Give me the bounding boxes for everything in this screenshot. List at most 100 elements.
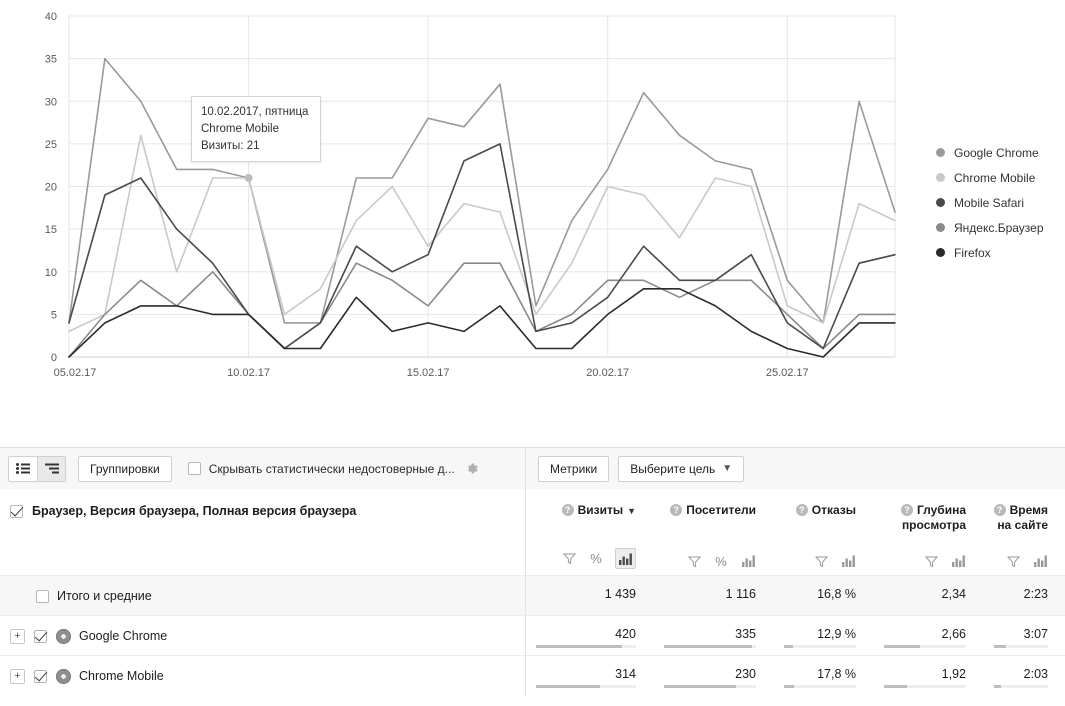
metric-value: 314 (615, 667, 636, 681)
row-metrics-cells: 1 439 1 116 16,8 % 2,34 2:23 (525, 576, 1065, 616)
gear-glyph (467, 463, 478, 474)
report-toolbar: Группировки Скрывать статистически недос… (0, 448, 1065, 489)
svg-text:20: 20 (45, 182, 57, 194)
metric-column-title[interactable]: ? Визиты ▼ (526, 489, 636, 519)
select-goal-dropdown[interactable]: Выберите цель ▼ (618, 455, 745, 482)
table-row[interactable]: + Chrome Mobile 314 230 17,8 % 1,92 2:03 (0, 655, 1065, 696)
metric-column-title[interactable]: ? Отказы (774, 489, 856, 518)
column-chart-icon[interactable] (615, 548, 636, 569)
legend-item-3[interactable]: Mobile Safari (936, 190, 1044, 215)
metric-cell: 17,8 % (774, 656, 856, 696)
chart-panel: 0 5 10 15 20 25 30 35 40 05.02.17 10.02.17 15.02.17… (0, 0, 1065, 430)
gear-icon[interactable] (464, 461, 479, 476)
legend-color-dot (936, 173, 945, 182)
row-checkbox-wrap[interactable] (34, 629, 47, 643)
row-checkbox[interactable] (34, 629, 47, 643)
column-chart-icon[interactable] (840, 553, 856, 569)
select-goal-label: Выберите цель (630, 461, 716, 476)
filter-icon[interactable] (1005, 553, 1021, 569)
svg-text:10.02.17: 10.02.17 (227, 367, 270, 379)
metric-column-title[interactable]: ? Глубина просмотра (874, 489, 966, 533)
list-view-icon[interactable] (9, 456, 37, 481)
view-mode-toggle[interactable] (8, 455, 66, 482)
column-chart-icon[interactable] (1032, 553, 1048, 569)
filter-icon[interactable] (923, 553, 939, 569)
row-checkbox-wrap[interactable] (36, 589, 49, 603)
metric-cell: 3:07 (984, 616, 1048, 656)
legend-item-label: Яндекс.Браузер (954, 220, 1044, 235)
metric-bar-track (664, 645, 756, 648)
svg-text:15: 15 (45, 224, 57, 236)
filter-icon[interactable] (813, 553, 829, 569)
svg-text:05.02.17: 05.02.17 (54, 367, 97, 379)
metric-column-title[interactable]: ? Посетители (654, 489, 756, 518)
metric-value: 1 116 (725, 587, 756, 601)
row-checkbox-wrap[interactable] (34, 669, 47, 683)
row-label: Chrome Mobile (79, 669, 164, 683)
filter-funnel-glyph (562, 553, 576, 565)
bar-chart-glyph (841, 555, 855, 567)
metrics-button[interactable]: Метрики (538, 455, 610, 482)
filter-icon[interactable] (561, 551, 577, 567)
metric-column-title[interactable]: ? Время на сайте (984, 489, 1048, 533)
filter-icon[interactable] (686, 553, 702, 569)
toolbar-right-group: Метрики Выберите цель ▼ (525, 448, 1065, 489)
legend-item-4[interactable]: Яндекс.Браузер (936, 215, 1044, 240)
metric-cell: 12,9 % (774, 616, 856, 656)
metric-bar-fill (536, 685, 600, 688)
metric-cell: 420 (526, 616, 636, 656)
dimension-header-left: Браузер, Версия браузера, Полная версия … (0, 489, 525, 533)
legend-item-label: Mobile Safari (954, 195, 1025, 210)
hide-unreliable-checkbox-group[interactable]: Скрывать статистически недостоверные д..… (187, 462, 455, 476)
metric-cell: 1 439 (526, 576, 636, 616)
grouping-button[interactable]: Группировки (78, 455, 172, 482)
legend-item-1[interactable]: Google Chrome (936, 140, 1044, 165)
metric-column-4: ? Глубина просмотра (874, 489, 966, 575)
column-chart-icon[interactable] (740, 553, 756, 569)
percent-icon[interactable]: % (713, 553, 729, 569)
hide-unreliable-checkbox[interactable] (187, 462, 201, 475)
bar-chart-glyph (619, 553, 632, 565)
bar-chart-glyph (741, 555, 755, 567)
filter-funnel-glyph (924, 556, 938, 567)
metric-value: 16,8 % (817, 587, 856, 601)
row-expand-button[interactable]: + (10, 668, 25, 684)
filter-funnel-glyph (687, 556, 701, 567)
row-label: Итого и средние (57, 589, 152, 603)
metric-bar-track (884, 645, 966, 648)
sort-caret-icon[interactable]: ▼ (627, 506, 636, 516)
metric-value: 335 (735, 627, 756, 641)
table-row[interactable]: Итого и средние 1 439 1 116 16,8 % 2,34 2:23 (0, 575, 1065, 616)
metric-bar-fill (994, 685, 1001, 688)
percent-icon[interactable]: % (588, 551, 604, 567)
row-expand-button[interactable]: + (10, 628, 25, 644)
filter-funnel-glyph (1006, 556, 1020, 567)
chevron-down-icon: ▼ (722, 463, 733, 474)
dimension-select-all-checkbox[interactable] (10, 504, 23, 518)
column-chart-icon[interactable] (950, 553, 966, 569)
row-checkbox[interactable] (36, 589, 49, 603)
metric-value: 1 439 (604, 587, 636, 601)
metric-value: 2:03 (1023, 667, 1048, 681)
metric-cell: 16,8 % (774, 576, 856, 616)
metric-column-1: ? Визиты ▼% (526, 489, 636, 575)
legend-item-2[interactable]: Chrome Mobile (936, 165, 1044, 190)
help-icon[interactable]: ? (993, 504, 1006, 516)
metric-title-text: Визиты (577, 503, 624, 517)
metric-bar-track (994, 645, 1048, 648)
row-checkbox[interactable] (34, 669, 47, 683)
metric-cell: 2:03 (984, 656, 1048, 696)
legend-item-5[interactable]: Firefox (936, 240, 1044, 265)
metric-cell: 2:23 (984, 576, 1048, 616)
metric-bar-fill (884, 685, 907, 688)
tooltip-metric: Визиты: 21 (201, 140, 260, 152)
metric-bar-track (784, 645, 856, 648)
metric-cell: 1,92 (874, 656, 966, 696)
table-row[interactable]: + Google Chrome 420 335 12,9 % 2,66 3:07 (0, 615, 1065, 656)
metric-title-text: Отказы (811, 503, 856, 517)
help-icon[interactable]: ? (561, 504, 574, 516)
help-icon[interactable]: ? (900, 504, 913, 516)
help-icon[interactable]: ? (795, 504, 808, 516)
tree-view-icon[interactable] (37, 456, 65, 481)
help-icon[interactable]: ? (670, 504, 683, 516)
